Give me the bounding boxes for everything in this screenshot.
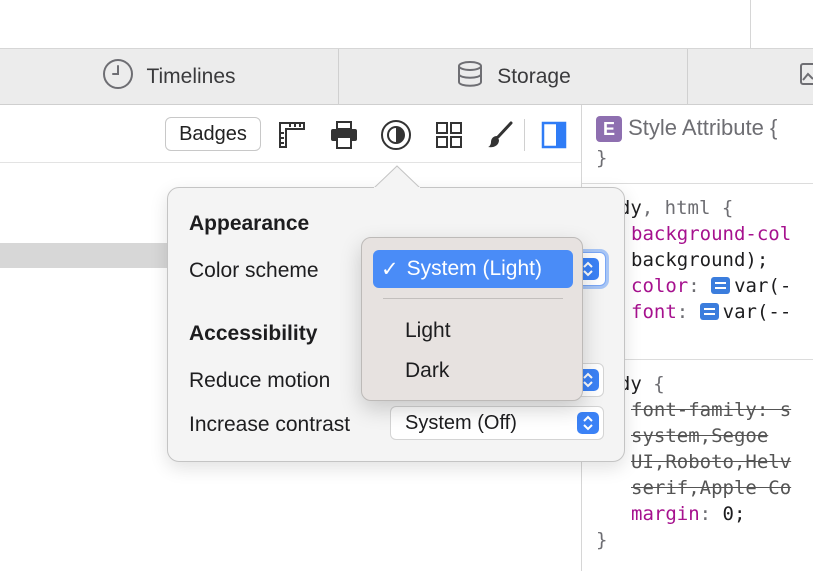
ruler-icon[interactable] [274,117,310,153]
increase-contrast-label: Increase contrast [189,413,351,436]
grid-icon[interactable] [431,117,467,153]
selector-html: html [664,197,711,219]
style-attribute-label: Style Attribute [628,115,764,140]
stepper-icon [577,412,599,434]
css-value: 0; [722,503,746,525]
css-property: font [631,301,677,323]
appearance-heading: Appearance [189,212,310,235]
top-area [0,0,813,49]
close-brace: } [596,147,608,169]
paintbrush-icon[interactable] [482,117,518,153]
checkmark-icon: ✓ [381,257,399,281]
popover-arrow [374,165,420,189]
toolbar-divider [524,119,525,151]
rule-divider [582,183,813,184]
tab-label: Timelines [146,65,236,88]
css-declaration[interactable]: color: var(- [631,275,791,297]
css-property: margin [631,503,700,525]
css-value: var(- [734,275,792,297]
menu-item-label: System (Light) [406,257,542,280]
css-property[interactable]: background-col [631,223,791,245]
menu-separator [383,298,563,299]
increase-contrast-select[interactable]: System (Off) [390,406,604,440]
badges-button[interactable]: Badges [165,117,261,151]
tab-storage[interactable]: Storage [339,49,687,105]
dom-tree-selection [0,243,167,268]
tab-bar: Timelines Storage [0,49,813,105]
overridden-declaration[interactable]: font-family: s [631,399,791,421]
tab-timelines[interactable]: Timelines [0,49,338,105]
close-brace: } [596,529,608,551]
elements-toolbar: Badges [0,105,581,163]
menu-item-system-light[interactable]: ✓ System (Light) [373,250,573,288]
accessibility-heading: Accessibility [189,322,318,345]
css-value[interactable]: background); [631,249,768,271]
clock-icon [102,58,134,96]
color-scheme-menu: ✓ System (Light) Light Dark [361,237,583,401]
style-attribute-header: E Style Attribute { [596,115,778,143]
print-icon[interactable] [326,117,362,153]
appearance-icon[interactable] [378,117,414,153]
css-value: var(-- [722,301,792,323]
color-scheme-label: Color scheme [189,259,319,282]
overridden-declaration: system,Segoe [631,425,769,447]
css-declaration[interactable]: margin: 0; [631,503,745,525]
tab-graphics[interactable] [688,49,813,105]
variable-icon [711,277,731,294]
reduce-motion-label: Reduce motion [189,369,331,392]
overridden-declaration: UI,Roboto,Helv [631,451,792,473]
open-brace: { [770,115,778,140]
open-brace: { [721,197,734,219]
menu-item-dark[interactable]: Dark [405,359,449,383]
css-property: color [631,275,689,297]
image-icon [799,62,813,92]
selector-comma: , [641,197,654,219]
menu-item-light[interactable]: Light [405,319,451,343]
tab-label: Storage [497,65,571,88]
select-value: System (Off) [405,411,517,434]
divider [750,0,751,49]
variable-icon [699,303,719,320]
sidebar-toggle-icon[interactable] [536,117,572,153]
database-icon [455,59,485,95]
open-brace: { [653,373,665,395]
element-badge-icon: E [596,116,622,143]
overridden-declaration: serif,Apple Co [631,477,792,499]
css-declaration[interactable]: font: var(-- [631,301,791,323]
